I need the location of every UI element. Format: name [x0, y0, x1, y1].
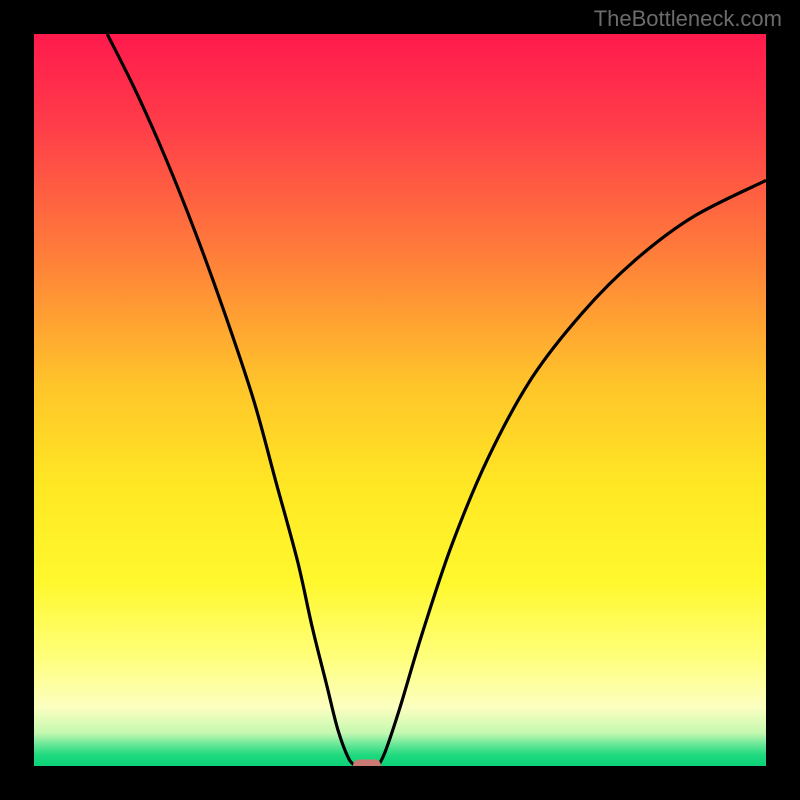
curve-layer — [34, 34, 766, 766]
right-branch-curve — [378, 180, 766, 766]
bottleneck-marker — [353, 760, 381, 767]
watermark-text: TheBottleneck.com — [594, 6, 782, 32]
plot-area — [34, 34, 766, 766]
left-branch-curve — [107, 34, 356, 766]
